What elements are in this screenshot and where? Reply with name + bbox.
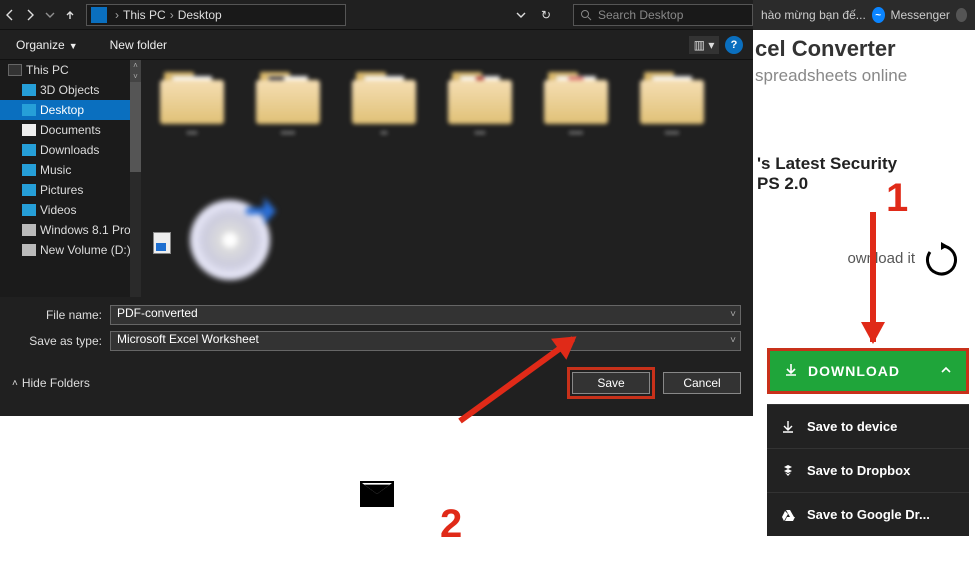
page-subtitle: spreadsheets online [755, 66, 965, 86]
sidebar-scrollbar[interactable]: ˄˅ [130, 60, 141, 297]
annotation-number-2: 2 [440, 502, 462, 547]
folder-item[interactable]: ▪▪▪ [153, 72, 231, 162]
save-dialog: › This PC › Desktop ↻ Search Desktop Org… [0, 0, 753, 416]
sidebar-item-volume-d[interactable]: New Volume (D:) [0, 240, 141, 260]
thispc-icon [91, 7, 107, 23]
dialog-toolbar: Organize▼ New folder ▥ ▾ ? [0, 30, 753, 60]
hide-folders-toggle[interactable]: ˄Hide Folders [12, 376, 90, 390]
download-button[interactable]: DOWNLOAD [767, 348, 969, 394]
breadcrumb[interactable]: › This PC › Desktop [86, 4, 346, 26]
file-list[interactable]: ▪▪▪ ▪▪▪▪ ▪▪ ▪▪▪ ▪▪▪▪ ▪▪▪▪ [141, 60, 753, 297]
sidebar-this-pc[interactable]: This PC [0, 60, 141, 80]
sidebar-item-videos[interactable]: Videos [0, 200, 141, 220]
sidebar-item-windrive[interactable]: Windows 8.1 Pro [0, 220, 141, 240]
sidebar-item-documents[interactable]: Documents [0, 120, 141, 140]
download-label: DOWNLOAD [808, 363, 900, 379]
menu-save-device[interactable]: Save to device [767, 404, 969, 448]
chevron-right-icon: › [170, 8, 174, 22]
menu-save-dropbox[interactable]: Save to Dropbox [767, 448, 969, 492]
browser-tabbar: hào mừng bạn đế... ~ Messenger [753, 0, 975, 30]
sidebar: This PC 3D Objects Desktop Documents Dow… [0, 60, 141, 297]
sidebar-item-pictures[interactable]: Pictures [0, 180, 141, 200]
nav-forward-icon[interactable] [20, 0, 40, 30]
help-icon[interactable]: ? [725, 36, 743, 54]
annotation-arrow-1 [870, 212, 876, 342]
view-options-icon[interactable]: ▥ ▾ [689, 36, 719, 54]
nav-up-icon[interactable] [60, 0, 80, 30]
save-button[interactable]: Save [572, 372, 650, 394]
tab-welcome[interactable]: hào mừng bạn đế... [761, 8, 866, 22]
sidebar-item-music[interactable]: Music [0, 160, 141, 180]
organize-button[interactable]: Organize▼ [10, 38, 84, 52]
page-content [0, 416, 753, 572]
ad-text: 's Latest Security PS 2.0 [757, 154, 967, 194]
folder-item[interactable]: ▪▪▪▪ [633, 72, 711, 162]
nav-back-icon[interactable] [0, 0, 20, 30]
chevron-down-icon[interactable]: ˅ [730, 335, 736, 346]
sidebar-item-3dobjects[interactable]: 3D Objects [0, 80, 141, 100]
disc-item[interactable] [191, 192, 269, 282]
search-icon [580, 9, 592, 21]
messenger-icon: ~ [872, 7, 885, 23]
sidebar-item-desktop[interactable]: Desktop [0, 100, 141, 120]
addr-dropdown-icon[interactable] [511, 0, 531, 30]
folder-item[interactable]: ▪▪▪▪ [537, 72, 615, 162]
menu-save-gdrive[interactable]: Save to Google Dr... [767, 492, 969, 536]
download-menu: Save to device Save to Dropbox Save to G… [767, 404, 969, 536]
folder-item[interactable]: ▪▪ [345, 72, 423, 162]
tab-overflow-icon[interactable] [956, 8, 967, 22]
chevron-down-icon[interactable]: ˅ [730, 309, 736, 320]
reload-icon[interactable] [921, 240, 961, 280]
annotation-number-1: 1 [886, 176, 908, 221]
savetype-input[interactable]: Microsoft Excel Worksheet˅ [110, 331, 741, 351]
savetype-label: Save as type: [12, 334, 110, 348]
chevron-right-icon: › [115, 8, 119, 22]
chevron-up-icon [940, 363, 952, 379]
download-icon [784, 363, 798, 380]
file-item[interactable] [153, 232, 171, 254]
folder-item[interactable]: ▪▪▪ [441, 72, 519, 162]
download-it-text: ownload it [847, 250, 915, 267]
refresh-icon[interactable]: ↻ [531, 8, 561, 22]
filename-input[interactable]: PDF-converted˅ [110, 305, 741, 325]
page-title: cel Converter [755, 36, 965, 62]
folder-item[interactable]: ▪▪▪▪ [249, 72, 327, 162]
tab-messenger[interactable]: Messenger [891, 8, 950, 22]
crumb-thispc[interactable]: This PC [123, 8, 166, 22]
filename-label: File name: [12, 308, 110, 322]
search-input[interactable]: Search Desktop [573, 4, 753, 26]
crumb-desktop[interactable]: Desktop [178, 8, 222, 22]
save-highlight: Save [567, 367, 655, 399]
new-folder-button[interactable]: New folder [104, 38, 173, 52]
sidebar-item-downloads[interactable]: Downloads [0, 140, 141, 160]
nav-recent-icon[interactable] [40, 0, 60, 30]
cancel-button[interactable]: Cancel [663, 372, 741, 394]
address-bar: › This PC › Desktop ↻ Search Desktop [0, 0, 753, 30]
mail-icon[interactable] [360, 481, 394, 507]
